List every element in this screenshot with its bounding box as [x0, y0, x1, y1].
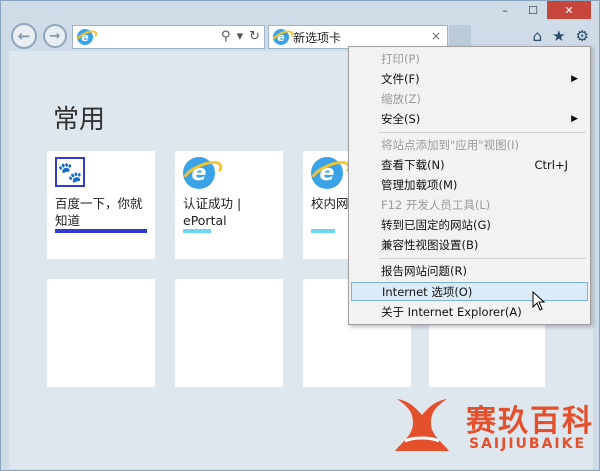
menu-item-label: Internet 选项(O) [382, 285, 473, 299]
tab-label: 新选项卡 [293, 30, 342, 45]
menu-item-manage-addons[interactable]: 管理加载项(M) [351, 176, 588, 195]
menu-item-pinned-sites[interactable]: 转到已固定的网站(G) [351, 216, 588, 235]
mouse-pointer-icon [532, 291, 546, 311]
menu-item-file[interactable]: 文件(F) ▶ [351, 70, 588, 89]
menu-item-internet-options[interactable]: Internet 选项(O) [351, 282, 588, 301]
address-tools: ⚲ ▾ ↻ [221, 29, 260, 44]
menu-item-view-downloads[interactable]: 查看下载(N) Ctrl+J [351, 156, 588, 175]
tools-menu: 打印(P) 文件(F) ▶ 缩放(Z) 安全(S) ▶ 将站点添加到"应用"视图(I… [348, 46, 591, 325]
browser-window: – ☐ ✕ ← → e ⚲ ▾ ↻ e 新选项卡 × ⌂ ★ ⚙ 常用 🐾 百度… [0, 0, 600, 471]
tile-color-bar [55, 229, 147, 233]
menu-item-label: 缩放(Z) [381, 92, 421, 106]
address-bar[interactable]: e ⚲ ▾ ↻ [72, 25, 265, 49]
menu-item-label: 兼容性视图设置(B) [381, 238, 479, 252]
menu-item-about-ie[interactable]: 关于 Internet Explorer(A) [351, 303, 588, 322]
menu-item-label: 文件(F) [381, 72, 420, 86]
ie-icon: e [77, 29, 93, 45]
menu-item-label: 打印(P) [381, 52, 420, 66]
menu-item-label: 安全(S) [381, 112, 421, 126]
menu-item-compat-view[interactable]: 兼容性视图设置(B) [351, 236, 588, 255]
ie-icon: e [183, 157, 215, 189]
watermark-subtitle: SAIJIUBAIKE [469, 436, 587, 452]
menu-separator [379, 132, 586, 133]
menu-item-label: F12 开发人员工具(L) [381, 198, 491, 212]
close-window-button[interactable]: ✕ [547, 1, 591, 19]
menu-item-label: 关于 Internet Explorer(A) [381, 305, 522, 319]
ie-icon: e [273, 29, 289, 45]
tile-baidu[interactable]: 🐾 百度一下，你就知道 [47, 151, 155, 259]
menu-item-safety[interactable]: 安全(S) ▶ [351, 110, 588, 129]
search-icon[interactable]: ⚲ [221, 29, 231, 44]
menu-shortcut: Ctrl+J [534, 158, 569, 172]
frequent-heading: 常用 [53, 105, 106, 135]
tile-eportal[interactable]: e 认证成功 | ePortal [175, 151, 283, 259]
menu-item-f12-devtools[interactable]: F12 开发人员工具(L) [351, 196, 588, 215]
back-button[interactable]: ← [11, 23, 37, 49]
gear-icon[interactable]: ⚙ [576, 27, 589, 45]
submenu-arrow-icon: ▶ [571, 114, 578, 124]
favorites-star-icon[interactable]: ★ [552, 27, 565, 45]
minimize-button[interactable]: – [491, 1, 519, 19]
menu-item-label: 报告网站问题(R) [381, 264, 467, 278]
menu-item-label: 管理加载项(M) [381, 178, 458, 192]
menu-item-add-to-apps[interactable]: 将站点添加到"应用"视图(I) [351, 136, 588, 155]
forward-button[interactable]: → [43, 24, 67, 48]
menu-item-zoom[interactable]: 缩放(Z) [351, 90, 588, 109]
submenu-arrow-icon: ▶ [571, 74, 578, 84]
baidu-paw-icon: 🐾 [55, 157, 85, 187]
ie-icon: e [311, 157, 343, 189]
tile-color-bar [183, 229, 211, 233]
menu-item-report-problem[interactable]: 报告网站问题(R) [351, 262, 588, 281]
toolbar-right: ⌂ ★ ⚙ [533, 27, 589, 45]
tile-label: 认证成功 | ePortal [183, 196, 242, 228]
maximize-button[interactable]: ☐ [519, 1, 547, 19]
window-caption-buttons: – ☐ ✕ [491, 1, 591, 19]
tile-label: 百度一下，你就知道 [55, 196, 143, 228]
watermark-logo-icon [395, 399, 449, 451]
tile-empty[interactable] [47, 279, 155, 387]
home-icon[interactable]: ⌂ [533, 27, 543, 45]
tab-close-icon[interactable]: × [431, 29, 441, 43]
tile-color-bar [311, 229, 335, 233]
tile-empty[interactable] [175, 279, 283, 387]
refresh-icon[interactable]: ↻ [249, 29, 260, 44]
dropdown-icon[interactable]: ▾ [237, 29, 244, 44]
menu-item-label: 转到已固定的网站(G) [381, 218, 491, 232]
menu-separator [379, 258, 586, 259]
menu-item-label: 将站点添加到"应用"视图(I) [381, 138, 519, 152]
menu-item-print[interactable]: 打印(P) [351, 50, 588, 69]
menu-item-label: 查看下载(N) [381, 158, 445, 172]
watermark-title: 赛玖百科 [466, 404, 594, 439]
